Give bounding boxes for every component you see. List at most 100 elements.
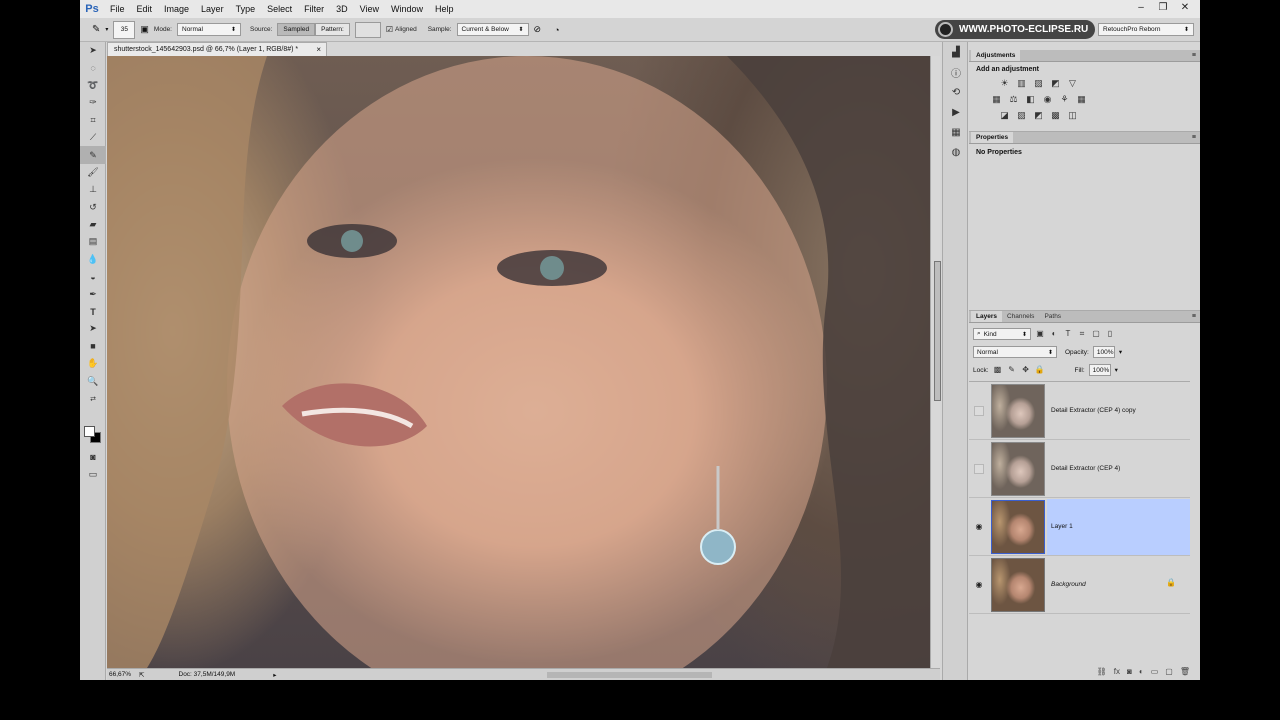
layer-row[interactable]: Detail Extractor (CEP 4) <box>969 440 1190 498</box>
gradient-map-icon[interactable]: ▩ <box>1050 110 1061 121</box>
photo-filter-icon[interactable]: ◉ <box>1042 94 1053 105</box>
close-icon[interactable]: ✕ <box>1176 2 1194 14</box>
history-brush-tool-icon[interactable]: ↺ <box>80 199 106 216</box>
link-layers-icon[interactable]: ⛓ <box>1097 667 1107 680</box>
restore-icon[interactable]: ❐ <box>1154 2 1172 14</box>
workspace-select[interactable]: RetouchPro Reborn ⬍ <box>1098 23 1194 36</box>
tab-adjustments[interactable]: Adjustments <box>971 50 1021 61</box>
lock-all-icon[interactable]: 🔒 <box>1035 365 1045 375</box>
lock-image-icon[interactable]: ✎ <box>1007 365 1017 375</box>
menu-view[interactable]: View <box>354 0 385 18</box>
filter-adjustment-icon[interactable]: ◐ <box>1049 329 1059 339</box>
levels-icon[interactable]: ▥ <box>1016 78 1027 89</box>
layer-row[interactable]: ◉ Background 🔒 <box>969 556 1190 614</box>
curves-icon[interactable]: ▨ <box>1033 78 1044 89</box>
blend-mode-select[interactable]: Normal ⬍ <box>973 346 1057 358</box>
foreground-color-swatch[interactable] <box>84 426 95 437</box>
scroll-thumb[interactable] <box>934 261 941 401</box>
info-icon[interactable]: ⓘ <box>943 62 969 82</box>
move-tool-icon[interactable]: ➤ <box>80 42 106 59</box>
eyedropper-tool-icon[interactable]: ⟋ <box>80 129 106 146</box>
menu-layer[interactable]: Layer <box>195 0 230 18</box>
zoom-tool-icon[interactable]: 🔍 <box>80 372 106 389</box>
export-icon[interactable]: ⇱ <box>139 671 144 679</box>
invert-icon[interactable]: ◪ <box>999 110 1010 121</box>
layer-name-cell[interactable]: Detail Extractor (CEP 4) copy <box>1047 383 1190 439</box>
sampled-button[interactable]: Sampled <box>277 23 316 36</box>
eraser-tool-icon[interactable]: ▰ <box>80 216 106 233</box>
color-lookup-icon[interactable]: ▦ <box>1076 94 1087 105</box>
styles-icon[interactable]: ◍ <box>943 142 969 162</box>
menu-edit[interactable]: Edit <box>131 0 159 18</box>
layer-name-cell[interactable]: Layer 1 <box>1047 498 1190 555</box>
kind-filter-select[interactable]: ⌕ Kind ⬍ <box>973 328 1031 340</box>
gradient-tool-icon[interactable]: ▤ <box>80 233 106 250</box>
quick-mask-icon[interactable]: ◙ <box>80 448 106 465</box>
pattern-button[interactable]: Pattern: <box>315 23 350 36</box>
layer-row[interactable]: Detail Extractor (CEP 4) copy <box>969 382 1190 440</box>
filter-pixel-icon[interactable]: ▣ <box>1035 329 1045 339</box>
horizontal-scroll-thumb[interactable] <box>547 672 712 678</box>
eye-icon[interactable]: ◉ <box>969 556 989 614</box>
brush-size-picker[interactable]: 35 <box>113 20 136 39</box>
menu-select[interactable]: Select <box>261 0 298 18</box>
minimize-icon[interactable]: – <box>1132 2 1150 14</box>
tab-channels[interactable]: Channels <box>1002 311 1039 322</box>
new-adjustment-layer-icon[interactable]: ◐ <box>1139 667 1144 680</box>
blur-tool-icon[interactable]: 💧 <box>80 251 106 268</box>
aligned-checkbox[interactable]: ☑ <box>386 25 393 34</box>
tool-preset-arrow-icon[interactable]: ▾ <box>105 26 108 33</box>
marquee-tool-icon[interactable]: ◌ <box>80 59 106 76</box>
tab-layers[interactable]: Layers <box>971 311 1002 322</box>
path-selection-tool-icon[interactable]: ➤ <box>80 320 106 337</box>
history-icon[interactable]: ⟲ <box>943 82 969 102</box>
healing-brush-tool-icon[interactable]: ✎ <box>80 146 106 164</box>
swatches-icon[interactable]: ▦ <box>943 122 969 142</box>
trash-icon[interactable]: 🗑 <box>1180 667 1190 680</box>
panel-menu-icon[interactable]: ≡ <box>1192 50 1196 61</box>
menu-filter[interactable]: Filter <box>298 0 330 18</box>
mode-select[interactable]: Normal ⬍ <box>177 23 241 36</box>
actions-icon[interactable]: ▶ <box>943 102 969 122</box>
status-menu-arrow-icon[interactable]: ▸ <box>273 671 276 679</box>
type-tool-icon[interactable]: T <box>80 303 106 320</box>
black-white-icon[interactable]: ◧ <box>1025 94 1036 105</box>
pressure-size-icon[interactable]: ◔ <box>554 25 559 35</box>
fill-slider-arrow-icon[interactable]: ▾ <box>1115 366 1118 374</box>
rectangle-tool-icon[interactable]: ■ <box>80 338 106 355</box>
panel-menu-icon[interactable]: ≡ <box>1192 311 1196 322</box>
document-tab[interactable]: shutterstock_145642903.psd @ 66,7% (Laye… <box>107 42 327 56</box>
menu-window[interactable]: Window <box>385 0 429 18</box>
posterize-icon[interactable]: ▧ <box>1016 110 1027 121</box>
histogram-icon[interactable]: ▟ <box>943 42 969 62</box>
visibility-toggle[interactable] <box>969 440 989 498</box>
crop-tool-icon[interactable]: ⌗ <box>80 112 106 129</box>
eye-icon[interactable]: ◉ <box>969 498 989 556</box>
opacity-input[interactable]: 100% <box>1092 346 1115 358</box>
hand-tool-icon[interactable]: ✋ <box>80 355 106 372</box>
quick-selection-tool-icon[interactable]: ✑ <box>80 94 106 111</box>
close-icon[interactable]: × <box>316 45 321 54</box>
hue-saturation-icon[interactable]: ▦ <box>991 94 1002 105</box>
vertical-scrollbar[interactable] <box>930 56 941 668</box>
opacity-slider-arrow-icon[interactable]: ▾ <box>1119 348 1122 356</box>
filter-smart-object-icon[interactable]: ▢ <box>1091 329 1101 339</box>
channel-mixer-icon[interactable]: ⚘ <box>1059 94 1070 105</box>
brush-settings-icon[interactable]: ▣ <box>140 24 149 35</box>
menu-help[interactable]: Help <box>429 0 460 18</box>
filter-shape-icon[interactable]: ⌗ <box>1077 329 1087 339</box>
pen-tool-icon[interactable]: ✒ <box>80 285 106 302</box>
add-mask-icon[interactable]: ◙ <box>1127 667 1132 680</box>
pattern-picker[interactable] <box>354 21 381 38</box>
healing-brush-tool-icon[interactable]: ✎ <box>92 24 100 35</box>
layer-row[interactable]: ◉ Layer 1 <box>969 498 1190 556</box>
layer-name-cell[interactable]: Detail Extractor (CEP 4) <box>1047 441 1190 497</box>
tab-paths[interactable]: Paths <box>1039 311 1066 322</box>
menu-image[interactable]: Image <box>158 0 195 18</box>
swap-colors-icon[interactable]: ⇄ <box>80 390 106 407</box>
dodge-tool-icon[interactable]: ◒ <box>80 268 106 285</box>
ignore-adjustment-layers-icon[interactable]: ⊘ <box>534 24 542 35</box>
clone-stamp-tool-icon[interactable]: ⊥ <box>80 181 106 198</box>
fill-input[interactable]: 100% <box>1088 364 1111 376</box>
brightness-contrast-icon[interactable]: ☀ <box>999 78 1010 89</box>
